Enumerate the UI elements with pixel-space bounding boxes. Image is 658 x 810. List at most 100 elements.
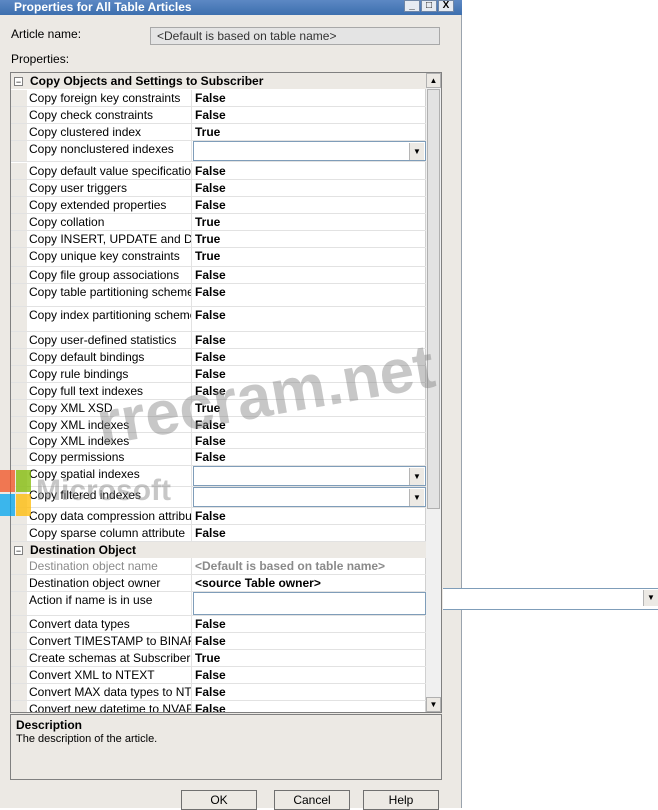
property-value[interactable]: True <box>193 124 426 140</box>
minimize-button[interactable]: _ <box>404 0 420 12</box>
property-value[interactable]: False <box>193 633 426 649</box>
property-row-copy-check-constraints[interactable]: Copy check constraints False <box>11 107 426 124</box>
row-gutter <box>11 400 27 416</box>
property-value[interactable]: False <box>193 366 426 382</box>
property-value[interactable]: False <box>193 349 426 365</box>
property-row-action-if-name-is-in-use[interactable]: Action if name is in use <box>11 592 426 616</box>
property-row-convert-xml-to-ntext[interactable]: Convert XML to NTEXT False <box>11 667 426 684</box>
property-row-convert-data-types[interactable]: Convert data types False <box>11 616 426 633</box>
chevron-down-icon[interactable]: ▼ <box>409 468 424 485</box>
property-value[interactable]: False <box>193 180 426 196</box>
property-row-copy-spatial-indexes[interactable]: Copy spatial indexes ▼ <box>11 466 426 487</box>
scroll-thumb[interactable] <box>427 89 440 509</box>
collapse-icon[interactable]: − <box>14 76 23 86</box>
property-row-copy-unique-key-constraints[interactable]: Copy unique key constraints True <box>11 248 426 267</box>
property-value[interactable]: True <box>193 231 426 247</box>
property-value[interactable]: False <box>193 332 426 348</box>
property-row-copy-user-triggers[interactable]: Copy user triggers False <box>11 180 426 197</box>
property-row-copy-clustered-index[interactable]: Copy clustered index True <box>11 124 426 141</box>
property-row-create-schemas-at-subscriber[interactable]: Create schemas at Subscriber True <box>11 650 426 667</box>
category-copy[interactable]: − Copy Objects and Settings to Subscriber <box>11 73 426 89</box>
property-name: Convert new datetime to NVARCHAR <box>28 701 192 712</box>
property-row-copy-user-defined-statistics[interactable]: Copy user-defined statistics False <box>11 332 426 349</box>
property-name: Destination object owner <box>28 575 192 591</box>
property-value[interactable]: True <box>193 650 426 666</box>
property-value[interactable]: False <box>193 267 426 283</box>
property-value[interactable]: False <box>193 383 426 399</box>
property-name: Copy default bindings <box>28 349 192 365</box>
property-value[interactable]: False <box>193 417 426 432</box>
property-value[interactable]: False <box>193 163 426 179</box>
property-value[interactable]: True <box>193 214 426 230</box>
property-row-copy-nonclustered-indexes[interactable]: Copy nonclustered indexes ▼ <box>11 141 426 162</box>
property-row-copy-filtered-indexes[interactable]: Copy filtered indexes ▼ <box>11 487 426 508</box>
category-dest[interactable]: − Destination Object <box>11 542 426 558</box>
property-row-copy-default-bindings[interactable]: Copy default bindings False <box>11 349 426 366</box>
property-value[interactable]: True <box>193 248 426 266</box>
article-name-field[interactable]: <Default is based on table name> <box>150 27 440 45</box>
property-row-copy-collation[interactable]: Copy collation True <box>11 214 426 231</box>
property-name: Copy clustered index <box>28 124 192 140</box>
property-row-copy-file-group-associations[interactable]: Copy file group associations False <box>11 267 426 284</box>
property-value[interactable]: False <box>193 508 426 524</box>
property-row-copy-foreign-key-constraints[interactable]: Copy foreign key constraints False <box>11 90 426 107</box>
ok-button[interactable]: OK <box>181 790 257 810</box>
scroll-down-icon[interactable]: ▼ <box>426 697 441 712</box>
property-value[interactable]: <Default is based on table name> <box>193 558 426 574</box>
property-row-convert-new-datetime-to-nvarchar[interactable]: Convert new datetime to NVARCHARFalse <box>11 701 426 712</box>
grid-scrollbar[interactable]: ▲ ▼ <box>425 73 441 712</box>
property-value[interactable]: <source Table owner> <box>193 575 426 591</box>
cancel-button[interactable]: Cancel <box>274 790 350 810</box>
maximize-button[interactable]: □ <box>421 0 437 12</box>
property-value[interactable]: False <box>193 684 426 700</box>
property-dropdown[interactable] <box>193 592 426 615</box>
help-button[interactable]: Help <box>363 790 439 810</box>
chevron-down-icon[interactable]: ▼ <box>643 590 658 606</box>
property-value[interactable]: False <box>193 449 426 465</box>
property-row-convert-max-data-types-to-ntext[interactable]: Convert MAX data types to NTEXTFalse <box>11 684 426 701</box>
property-row-copy-xml-indexes[interactable]: Copy XML indexes False <box>11 417 426 433</box>
property-row-copy-full-text-indexes[interactable]: Copy full text indexes False <box>11 383 426 400</box>
property-row-copy-table-partitioning-schemes[interactable]: Copy table partitioning schemes False <box>11 284 426 307</box>
property-row-copy-index-partitioning-schemes[interactable]: Copy index partitioning schemes False <box>11 307 426 332</box>
property-name: Convert XML to NTEXT <box>28 667 192 683</box>
property-row-copy-sparse-column-attribute[interactable]: Copy sparse column attribute False <box>11 525 426 542</box>
property-row-destination-object-owner[interactable]: Destination object owner <source Table ow… <box>11 575 426 592</box>
property-row-copy-insert-update-and-delete[interactable]: Copy INSERT, UPDATE and DELETETrue <box>11 231 426 248</box>
property-value[interactable]: False <box>193 616 426 632</box>
property-row-copy-xml-xsd[interactable]: Copy XML XSD True <box>11 400 426 417</box>
property-value[interactable]: False <box>193 525 426 541</box>
property-row-copy-xml-indexes[interactable]: Copy XML indexes False <box>11 433 426 449</box>
property-name: Copy check constraints <box>28 107 192 123</box>
property-row-copy-default-value-specifications[interactable]: Copy default value specifications False <box>11 163 426 180</box>
collapse-icon[interactable]: − <box>14 545 23 555</box>
property-row-copy-extended-properties[interactable]: Copy extended properties False <box>11 197 426 214</box>
property-name: Copy extended properties <box>28 197 192 213</box>
property-value[interactable]: False <box>193 307 426 331</box>
property-value[interactable]: False <box>193 90 426 106</box>
property-value[interactable]: False <box>193 433 426 448</box>
property-value[interactable]: False <box>193 107 426 123</box>
property-row-copy-rule-bindings[interactable]: Copy rule bindings False <box>11 366 426 383</box>
property-dropdown[interactable]: ▼ <box>193 141 426 161</box>
property-dropdown[interactable]: ▼ <box>193 466 426 486</box>
property-row-convert-timestamp-to-binary[interactable]: Convert TIMESTAMP to BINARY False <box>11 633 426 650</box>
property-value[interactable]: True <box>193 400 426 416</box>
property-dropdown[interactable]: ▼ <box>193 487 426 507</box>
chevron-down-icon[interactable]: ▼ <box>409 143 424 160</box>
row-gutter <box>11 383 27 399</box>
property-value[interactable]: False <box>193 701 426 712</box>
property-value[interactable]: False <box>193 667 426 683</box>
action-if-name-dropdown-extension[interactable]: ▼ <box>443 588 658 610</box>
property-name: Copy user-defined statistics <box>28 332 192 348</box>
chevron-down-icon[interactable]: ▼ <box>409 489 424 506</box>
property-row-destination-object-name[interactable]: Destination object name <Default is based… <box>11 558 426 575</box>
property-value[interactable]: False <box>193 284 426 306</box>
scroll-up-icon[interactable]: ▲ <box>426 73 441 88</box>
property-row-copy-permissions[interactable]: Copy permissions False <box>11 449 426 466</box>
property-grid[interactable]: ▲ ▼ − Copy Objects and Settings to Subscr… <box>10 72 442 713</box>
close-button[interactable]: X <box>438 0 454 12</box>
row-gutter <box>11 141 27 161</box>
property-row-copy-data-compression-attribute[interactable]: Copy data compression attribute False <box>11 508 426 525</box>
property-value[interactable]: False <box>193 197 426 213</box>
